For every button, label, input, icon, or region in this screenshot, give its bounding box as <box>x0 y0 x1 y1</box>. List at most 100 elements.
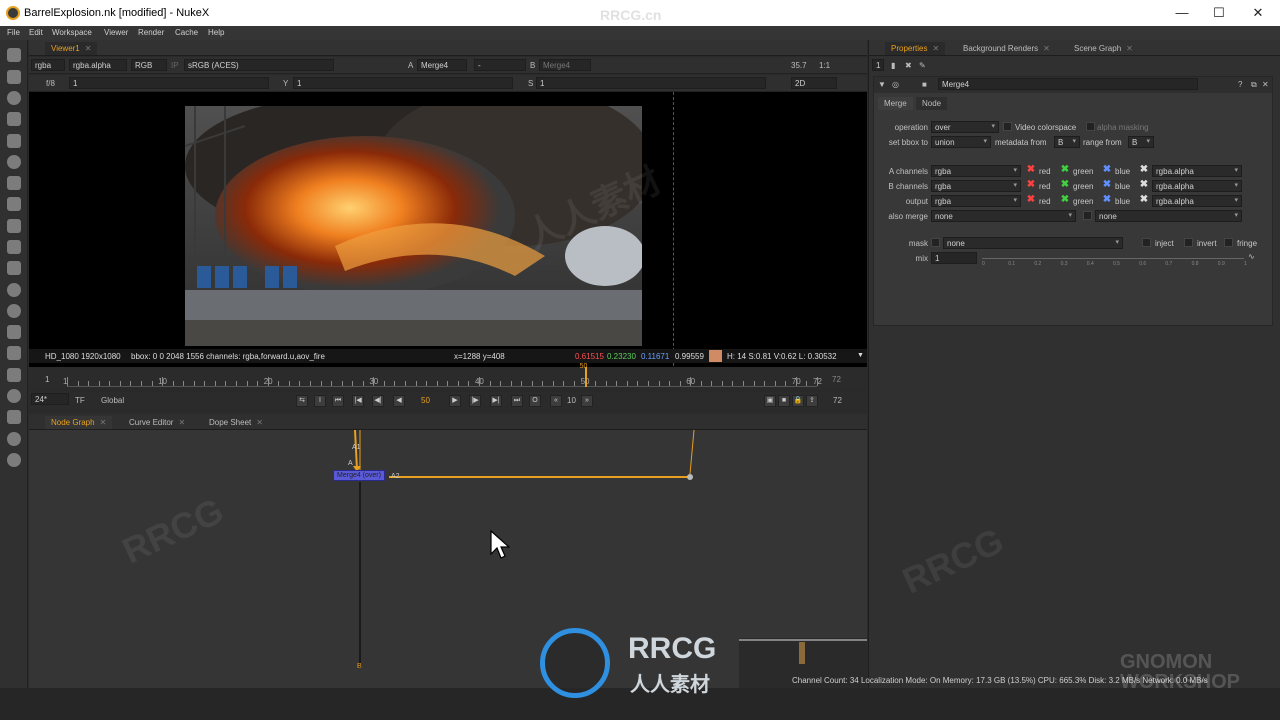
3d-tool-icon[interactable] <box>7 240 21 254</box>
menu-workspace[interactable]: Workspace <box>52 28 92 37</box>
gamma-slider[interactable]: 1 <box>293 77 513 89</box>
b-green-toggle[interactable]: ✖ <box>1060 180 1070 190</box>
range-scope-dropdown[interactable]: Global <box>101 396 124 405</box>
colorspace-dropdown[interactable]: sRGB (ACES) <box>184 59 334 71</box>
other-tool-icon[interactable] <box>7 368 21 382</box>
set-bbox-dropdown[interactable]: union <box>931 136 991 148</box>
b-alpha-dropdown[interactable]: rgba.alpha <box>1152 180 1242 192</box>
menu-render[interactable]: Render <box>138 28 164 37</box>
frame-ruler[interactable]: 11020304050607072 <box>63 367 822 387</box>
menu-cache[interactable]: Cache <box>175 28 198 37</box>
operation-dropdown[interactable]: over <box>931 121 999 133</box>
export-icon[interactable]: ⇪ <box>806 395 818 407</box>
end-frame-field[interactable]: 72 <box>833 396 842 405</box>
play-forward-icon[interactable]: ▶ <box>449 395 461 407</box>
tab-scene-graph[interactable]: Scene Graph ✕ <box>1068 42 1139 55</box>
out-blue-toggle[interactable]: ✖ <box>1102 195 1112 205</box>
close-tab-icon[interactable]: ✕ <box>100 418 107 427</box>
views-tool-icon[interactable] <box>7 304 21 318</box>
fstop-value[interactable]: f/8 <box>46 79 55 88</box>
filter-tool-icon[interactable] <box>7 155 21 169</box>
metadata-from-dropdown[interactable]: B <box>1054 136 1080 148</box>
close-tab-icon[interactable]: ✕ <box>1043 44 1050 53</box>
gain-slider[interactable]: 1 <box>69 77 269 89</box>
zoom-value[interactable]: 35.7 <box>791 61 807 70</box>
flipbook-icon[interactable]: ▣ <box>764 395 776 407</box>
menu-help[interactable]: Help <box>208 28 224 37</box>
tab-properties[interactable]: Properties ✕ <box>885 42 946 55</box>
float-panel-icon[interactable]: ⧉ <box>1251 80 1257 90</box>
playback-mode-icon[interactable]: ⇆ <box>296 395 308 407</box>
channels-dropdown[interactable]: rgba <box>31 59 65 71</box>
invert-checkbox[interactable] <box>1184 238 1193 247</box>
skip-forward-icon[interactable]: » <box>581 395 593 407</box>
time-tool-icon[interactable] <box>7 91 21 105</box>
color-tool-icon[interactable] <box>7 134 21 148</box>
fringe-checkbox[interactable] <box>1224 238 1233 247</box>
a-channels-dropdown[interactable]: rgba <box>931 165 1021 177</box>
s-slider[interactable]: 1 <box>536 77 766 89</box>
furnace-tool-icon[interactable] <box>7 389 21 403</box>
go-to-end-icon[interactable]: ⏭ <box>511 395 523 407</box>
inject-checkbox[interactable] <box>1142 238 1151 247</box>
out-red-toggle[interactable]: ✖ <box>1026 195 1036 205</box>
max-panels-field[interactable]: 1 <box>872 59 884 71</box>
edit-icon[interactable]: ✎ <box>919 61 926 70</box>
mask-dropdown[interactable]: none <box>943 237 1123 249</box>
help-icon[interactable]: ? <box>1238 80 1242 89</box>
range-from-dropdown[interactable]: B <box>1128 136 1154 148</box>
node-graph-canvas[interactable]: A1 A Merge4 (over) A2 B <box>29 430 867 688</box>
particles-tool-icon[interactable] <box>7 261 21 275</box>
clear-panels-icon[interactable]: ✖ <box>905 61 912 70</box>
close-tab-icon[interactable]: ✕ <box>256 418 263 427</box>
frame-increment-field[interactable]: 10 <box>567 396 576 405</box>
animation-menu-icon[interactable]: ∿ <box>1248 252 1255 261</box>
close-tab-icon[interactable]: ✕ <box>1126 44 1133 53</box>
out-point-icon[interactable]: O <box>529 395 541 407</box>
also-merge-dropdown-2[interactable]: none <box>1095 210 1242 222</box>
pin-icon[interactable]: ▮ <box>891 61 895 70</box>
alpha-masking-checkbox[interactable] <box>1086 122 1095 131</box>
prev-keyframe-icon[interactable]: |◀ <box>352 395 364 407</box>
also-merge-checkbox[interactable] <box>1083 211 1092 220</box>
viewer-canvas[interactable] <box>29 92 867 386</box>
next-keyframe-icon[interactable]: ▶| <box>490 395 502 407</box>
close-tab-icon[interactable]: ✕ <box>85 44 92 53</box>
out-alpha-toggle[interactable]: ✖ <box>1139 195 1149 205</box>
channel-tool-icon[interactable] <box>7 112 21 126</box>
wipe-mode-dropdown[interactable]: - <box>474 59 526 71</box>
transform-tool-icon[interactable] <box>7 219 21 233</box>
input-b-dropdown[interactable]: Merge4 <box>539 59 591 71</box>
fps-dropdown[interactable]: 24* <box>31 393 69 405</box>
video-colorspace-checkbox[interactable] <box>1003 122 1012 131</box>
alpha-channel-dropdown[interactable]: rgba.alpha <box>69 59 127 71</box>
node-color-icon[interactable]: ■ <box>922 80 927 89</box>
keyer-tool-icon[interactable] <box>7 176 21 190</box>
render-icon[interactable]: ■ <box>778 395 790 407</box>
in-point-icon[interactable]: I <box>314 395 326 407</box>
deep-tool-icon[interactable] <box>7 283 21 297</box>
maximize-button[interactable]: ☐ <box>1201 0 1237 26</box>
draw-tool-icon[interactable] <box>7 70 21 84</box>
close-panel-icon[interactable]: ✕ <box>1262 80 1269 89</box>
tab-merge[interactable]: Merge <box>878 97 913 110</box>
output-dropdown[interactable]: rgba <box>931 195 1021 207</box>
b-channels-dropdown[interactable]: rgba <box>931 180 1021 192</box>
current-frame-field[interactable]: 50 <box>421 396 430 405</box>
b-blue-toggle[interactable]: ✖ <box>1102 180 1112 190</box>
step-back-icon[interactable]: ◀| <box>372 395 384 407</box>
tab-node[interactable]: Node <box>916 97 948 110</box>
tab-viewer1[interactable]: Viewer1 ✕ <box>45 42 98 55</box>
merge4-node[interactable]: Merge4 (over) <box>333 470 385 481</box>
lock-icon[interactable]: 🔒 <box>792 395 804 407</box>
menu-file[interactable]: File <box>7 28 20 37</box>
out-green-toggle[interactable]: ✖ <box>1060 195 1070 205</box>
a-alpha-toggle[interactable]: ✖ <box>1139 165 1149 175</box>
out-alpha-dropdown[interactable]: rgba.alpha <box>1152 195 1242 207</box>
merge-tool-icon[interactable] <box>7 197 21 211</box>
also-merge-dropdown[interactable]: none <box>931 210 1076 222</box>
node-name-field[interactable]: Merge4 <box>938 78 1198 90</box>
image-tool-icon[interactable] <box>7 48 21 62</box>
step-forward-icon[interactable]: |▶ <box>469 395 481 407</box>
minimize-button[interactable]: — <box>1164 0 1200 26</box>
